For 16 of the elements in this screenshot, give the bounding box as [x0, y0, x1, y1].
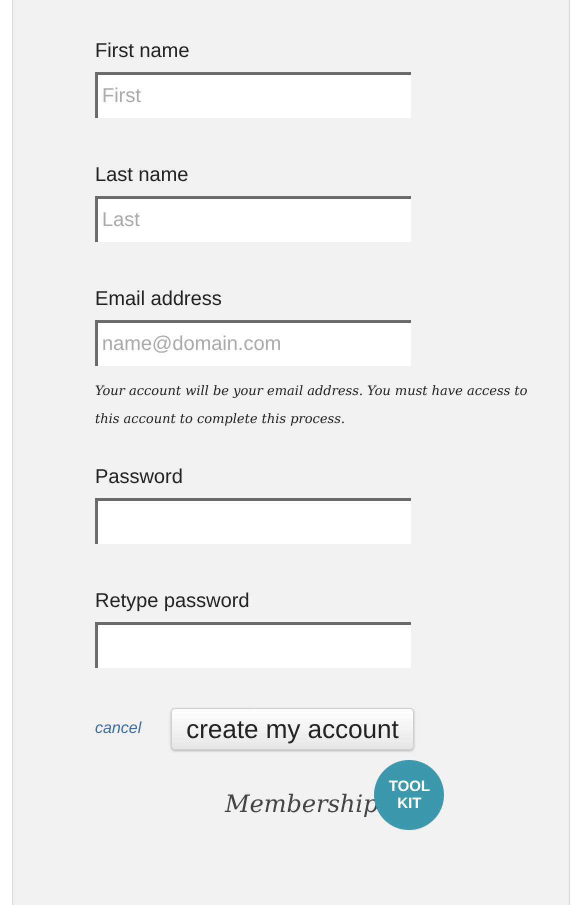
input-field[interactable]: First: [95, 72, 411, 118]
input-field[interactable]: Last: [95, 196, 411, 242]
create-account-button[interactable]: create my account: [171, 708, 414, 750]
field-label: Last name: [95, 163, 188, 188]
field-label: Email address: [95, 287, 222, 312]
cancel-link[interactable]: cancel: [95, 717, 142, 741]
input-field[interactable]: [95, 622, 411, 668]
field-label: Retype password: [95, 589, 250, 614]
badge-text: TOOL: [388, 778, 430, 795]
badge-text: KIT: [397, 795, 422, 812]
field-label: First name: [95, 39, 190, 64]
help-text: Your account will be your email address. You must have access to this account to complete this process.: [95, 383, 528, 429]
field-label: Password: [95, 465, 183, 490]
input-field[interactable]: [95, 498, 411, 544]
input-field[interactable]: name@domain.com: [95, 320, 411, 366]
logo-script: Membership: [225, 789, 378, 820]
